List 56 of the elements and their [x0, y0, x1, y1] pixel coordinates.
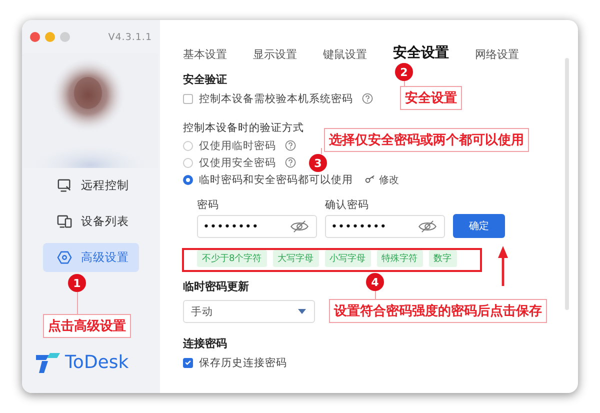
- tab[interactable]: 基本设置: [183, 47, 227, 62]
- version-label: V4.3.1.1: [108, 32, 152, 42]
- confirm-button[interactable]: 确定: [453, 214, 505, 238]
- close-dot[interactable]: [30, 32, 40, 42]
- section-label: 控制本设备时的验证方式: [183, 121, 304, 136]
- sidebar-item[interactable]: 远程控制: [43, 171, 139, 200]
- field-label: 密码: [197, 198, 220, 212]
- requirement-tag: 小写字母: [324, 250, 371, 267]
- callout-label: 设置符合密码强度的密码后点击保存: [329, 299, 547, 323]
- zoom-dot[interactable]: [60, 32, 70, 42]
- requirement-tag: 不少于8个字符: [197, 250, 267, 267]
- radio-button[interactable]: [183, 174, 193, 184]
- section-title: 连接密码: [183, 336, 227, 352]
- monitor-icon: [57, 178, 72, 193]
- field-label: 确认密码: [325, 198, 370, 212]
- devices-icon: [57, 214, 72, 229]
- logo-icon: [36, 352, 60, 372]
- section-title: 安全验证: [183, 72, 227, 88]
- tab[interactable]: 显示设置: [253, 47, 297, 62]
- leader-line: [321, 148, 322, 154]
- requirement-tag: 数字: [428, 250, 457, 267]
- tab[interactable]: 键鼠设置: [323, 47, 367, 62]
- edit-link[interactable]: 修改: [365, 172, 399, 186]
- tab[interactable]: 网络设置: [475, 47, 519, 62]
- section-title: 临时密码更新: [183, 279, 249, 295]
- help-icon[interactable]: [285, 140, 296, 151]
- requirement-tag: 特殊字符: [376, 250, 423, 267]
- callout-label: 选择仅安全密码或两个都可以使用: [324, 128, 529, 152]
- hidden-eye-icon[interactable]: [290, 220, 309, 233]
- radio-label: 仅使用安全密码: [199, 156, 276, 170]
- tab[interactable]: 安全设置: [393, 44, 449, 62]
- callout-label: 点击高级设置: [43, 314, 131, 338]
- requirement-tag: 大写字母: [272, 250, 319, 267]
- radio-label: 仅使用临时密码: [199, 138, 276, 152]
- checkbox-label: 控制本设备需校验本机系统密码: [199, 92, 353, 106]
- leader-line: [77, 292, 78, 314]
- help-icon[interactable]: [362, 93, 373, 104]
- checkbox-label: 保存历史连接密码: [199, 356, 287, 370]
- logo-text: ToDesk: [65, 352, 129, 373]
- help-icon[interactable]: [285, 157, 296, 168]
- key-icon: [365, 175, 376, 184]
- hidden-eye-icon[interactable]: [418, 220, 437, 233]
- password-field[interactable]: ••••••••: [325, 215, 445, 238]
- arrow: [497, 246, 509, 286]
- checkbox[interactable]: [183, 94, 193, 104]
- sidebar-item[interactable]: 高级设置: [43, 243, 139, 272]
- update-mode-select[interactable]: 手动: [183, 300, 315, 323]
- password-field[interactable]: ••••••••: [197, 215, 317, 238]
- sidebar-item[interactable]: 设备列表: [43, 207, 139, 236]
- callout-label: 安全设置: [400, 86, 462, 110]
- checkbox[interactable]: [183, 358, 193, 368]
- settings-icon: [57, 250, 72, 265]
- leader-line: [375, 291, 376, 299]
- caret-icon: [298, 309, 306, 314]
- minimize-dot[interactable]: [45, 32, 55, 42]
- radio-label: 临时密码和安全密码都可以使用: [199, 172, 353, 186]
